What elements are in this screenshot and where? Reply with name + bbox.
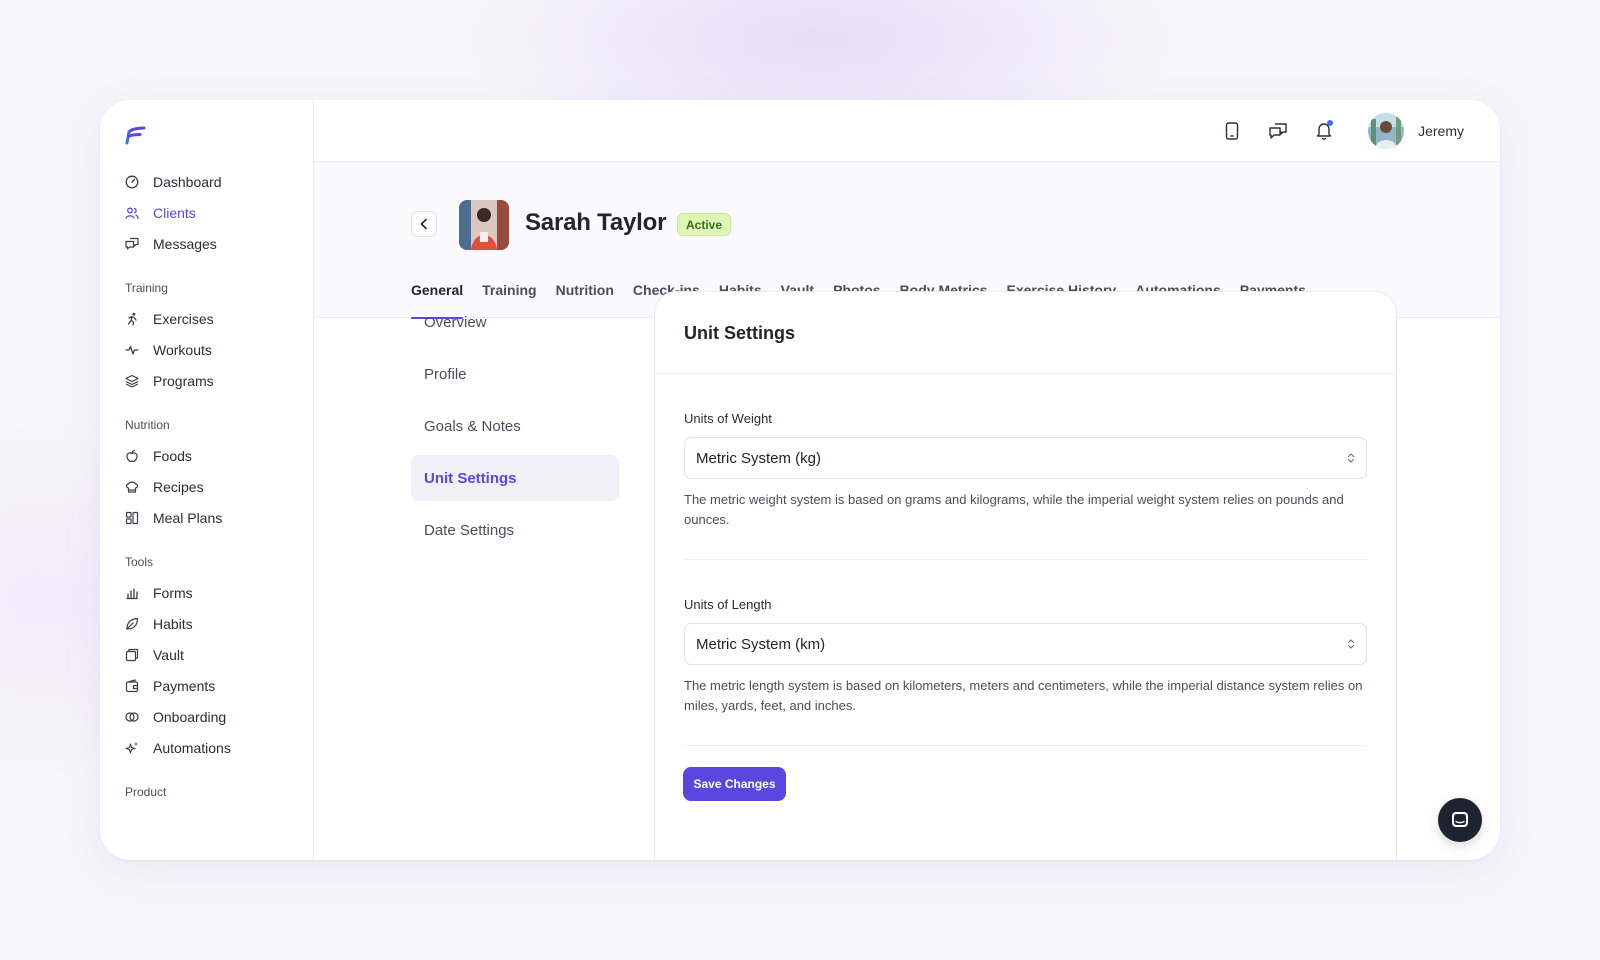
notification-dot (1327, 119, 1334, 126)
sidebar-item-label: Programs (153, 372, 214, 389)
sidebar-item-label: Workouts (153, 341, 212, 358)
weight-units-field: Units of Weight Metric System (kg) The m… (655, 411, 1396, 560)
sidebar-item-label: Habits (153, 615, 193, 632)
meal-plan-icon (125, 511, 139, 525)
status-badge: Active (677, 213, 732, 236)
user-menu[interactable]: Jeremy (1368, 112, 1464, 149)
sidebar-item-label: Recipes (153, 478, 204, 495)
pulse-icon (125, 343, 139, 357)
user-name: Jeremy (1418, 122, 1464, 139)
settings-nav-unit-settings[interactable]: Unit Settings (411, 455, 619, 501)
sidebar-section-nutrition: Nutrition (125, 418, 170, 432)
chef-hat-icon (125, 480, 139, 494)
sidebar-item-label: Messages (153, 235, 217, 252)
chevron-up-down-icon (1347, 453, 1355, 463)
app-window: Dashboard Clients Messages Training Exercise… (100, 100, 1500, 860)
sparkle-icon (125, 741, 139, 755)
sidebar-item-payments[interactable]: Payments (125, 670, 313, 701)
sidebar-item-label: Onboarding (153, 708, 227, 725)
chat-launcher-button[interactable] (1438, 798, 1482, 842)
avatar (1368, 112, 1405, 149)
chevron-left-icon (420, 218, 427, 230)
messages-icon (125, 237, 139, 251)
back-button[interactable] (411, 211, 437, 237)
apple-icon (125, 449, 139, 463)
dashboard-icon (125, 175, 139, 189)
brand-logo-icon[interactable] (125, 126, 313, 148)
card-title: Unit Settings (655, 292, 1396, 374)
settings-nav-overview[interactable]: Overview (411, 299, 619, 345)
sidebar-item-label: Dashboard (153, 173, 222, 190)
topbar: Jeremy (314, 100, 1500, 162)
sidebar-item-label: Exercises (153, 310, 214, 327)
settings-nav: Overview Profile Goals & Notes Unit Setting… (411, 299, 619, 559)
unit-settings-card: Unit Settings Units of Weight Metric Sys… (654, 291, 1397, 860)
sidebar-item-messages[interactable]: Messages (125, 228, 313, 259)
messages-icon[interactable] (1266, 119, 1290, 143)
sidebar-item-exercises[interactable]: Exercises (125, 303, 313, 334)
length-units-label: Units of Length (684, 597, 772, 612)
sidebar-item-recipes[interactable]: Recipes (125, 471, 313, 502)
client-name: Sarah Taylor (525, 209, 667, 236)
sidebar-item-label: Clients (153, 204, 196, 221)
sidebar-item-meal-plans[interactable]: Meal Plans (125, 502, 313, 533)
divider (684, 559, 1367, 560)
weight-units-label: Units of Weight (684, 411, 772, 426)
leaf-icon (125, 617, 139, 631)
settings-nav-goals-notes[interactable]: Goals & Notes (411, 403, 619, 449)
sidebar-item-habits[interactable]: Habits (125, 608, 313, 639)
settings-nav-date-settings[interactable]: Date Settings (411, 507, 619, 553)
settings-nav-profile[interactable]: Profile (411, 351, 619, 397)
sidebar-item-forms[interactable]: Forms (125, 577, 313, 608)
sidebar-item-label: Foods (153, 447, 192, 464)
divider (684, 745, 1367, 746)
sidebar-item-label: Meal Plans (153, 509, 223, 526)
wallet-icon (125, 678, 139, 693)
runner-icon (125, 312, 139, 326)
sidebar-item-label: Vault (153, 646, 184, 663)
length-units-value: Metric System (km) (696, 635, 826, 653)
rings-icon (125, 710, 139, 724)
sidebar-item-workouts[interactable]: Workouts (125, 334, 313, 365)
length-units-select[interactable]: Metric System (km) (684, 623, 1367, 665)
sidebar-section-training: Training (125, 281, 168, 295)
weight-units-value: Metric System (kg) (696, 449, 822, 467)
bell-icon[interactable] (1312, 119, 1336, 143)
weight-units-select[interactable]: Metric System (kg) (684, 437, 1367, 479)
chevron-up-down-icon (1347, 639, 1355, 649)
sidebar-item-clients[interactable]: Clients (125, 197, 313, 228)
sidebar-item-label: Forms (153, 584, 193, 601)
users-icon (125, 206, 139, 220)
save-changes-button[interactable]: Save Changes (683, 767, 786, 801)
sidebar-section-product: Product (125, 785, 167, 799)
chat-icon (1452, 812, 1468, 827)
layers-icon (125, 374, 139, 388)
form-icon (125, 586, 139, 600)
sidebar-item-label: Automations (153, 739, 231, 756)
client-avatar (459, 200, 509, 250)
folder-icon (125, 648, 139, 662)
weight-units-help: The metric weight system is based on gra… (684, 492, 1344, 527)
sidebar-section-tools: Tools (125, 555, 154, 569)
sidebar-item-label: Payments (153, 677, 216, 694)
sidebar-item-onboarding[interactable]: Onboarding (125, 701, 313, 732)
length-units-field: Units of Length Metric System (km) The m… (655, 597, 1396, 746)
sidebar-item-programs[interactable]: Programs (125, 365, 313, 396)
sidebar-item-dashboard[interactable]: Dashboard (125, 166, 313, 197)
sidebar: Dashboard Clients Messages Training Exercise… (100, 100, 314, 860)
sidebar-item-automations[interactable]: Automations (125, 732, 313, 763)
sidebar-item-foods[interactable]: Foods (125, 440, 313, 471)
length-units-help: The metric length system is based on kil… (684, 678, 1363, 713)
mobile-icon[interactable] (1220, 119, 1244, 143)
sidebar-nav: Dashboard Clients Messages Training Exercise… (125, 166, 313, 800)
sidebar-item-vault[interactable]: Vault (125, 639, 313, 670)
main-content: Jeremy Sarah Taylor Active General Traini… (314, 100, 1500, 860)
